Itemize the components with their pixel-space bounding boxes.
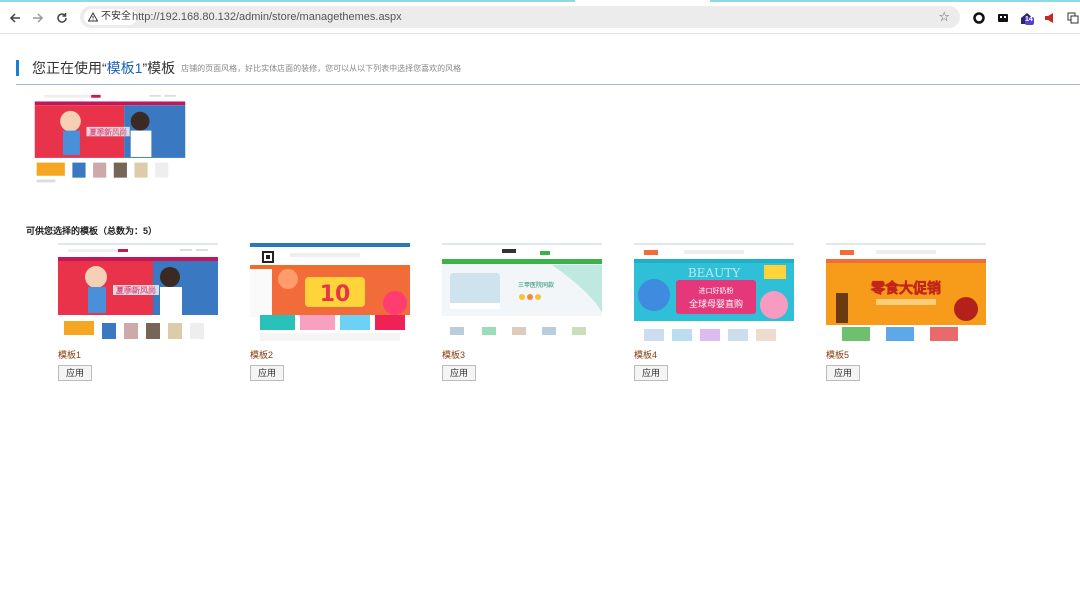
reload-button[interactable] [52,8,72,28]
extension-home-icon[interactable]: 14 [1020,11,1034,25]
banner-text: 三甲医院同款 [518,281,554,289]
banner-text: 全球母婴直购 [689,298,743,310]
theme-name: 模板3 [442,350,466,360]
security-indicator[interactable]: 不安全 [84,9,137,25]
url-text[interactable]: http://192.168.80.132/admin/store/manage… [132,6,402,28]
theme-preview[interactable]: 10 [250,243,410,344]
apply-button[interactable]: 应用 [634,365,669,381]
theme-preview[interactable]: 夏季新风尚 [58,243,218,344]
theme-name: 模板1 [58,350,82,360]
banner-text: 夏季新风尚 [89,126,127,136]
browser-toolbar: 不安全 http://192.168.80.132/admin/store/ma… [0,3,1080,34]
theme-preview[interactable]: 三甲医院同款 [442,243,602,344]
arrow-right-icon [33,13,44,23]
banner-background-text: BEAUTY [688,266,741,280]
insecure-label: 不安全 [101,11,131,22]
arrow-left-icon [9,13,20,23]
apply-button[interactable]: 应用 [250,365,285,381]
back-button[interactable] [5,8,25,28]
theme-name: 模板2 [250,350,274,360]
apply-button[interactable]: 应用 [826,365,861,381]
apply-button[interactable]: 应用 [58,365,93,381]
theme-preview[interactable]: BEAUTY 进口好奶粉 全球母婴直购 [634,243,794,344]
current-theme-preview: 夏季新风尚 [33,93,187,188]
address-bar[interactable]: 不安全 http://192.168.80.132/admin/store/ma… [80,6,960,28]
theme-preview[interactable]: 零食大促销 [826,243,986,344]
theme-card: 夏季新风尚 模板1 应用 [58,243,218,381]
available-themes-title: 可供您选择的模板（总数为：5） [26,226,158,236]
theme-card: 零食大促销 模板5 应用 [826,243,986,381]
theme-card: 三甲医院同款 模板3 应用 [442,243,602,381]
current-theme-name: 模板1 [106,60,143,76]
page-title-suffix: ”模板 [142,60,176,76]
extension-badge: 14 [1025,16,1033,23]
divider [16,84,1080,85]
theme-card: 10 模板2 应用 [250,243,410,381]
extension-store-icon[interactable] [996,11,1010,25]
theme-name: 模板4 [634,350,658,360]
page-description: 店铺的页面风格，好比实体店面的装修，您可以从以下列表中选择您喜欢的风格 [181,63,462,73]
banner-subtext: 进口好奶粉 [699,286,734,295]
theme-name: 模板5 [826,350,850,360]
banner-text: 零食大促销 [870,280,941,297]
forward-button[interactable] [28,8,48,28]
banner-text: 夏季新风尚 [116,285,156,295]
extension-megaphone-icon[interactable] [1043,11,1057,25]
theme-card: BEAUTY 进口好奶粉 全球母婴直购 模板4 应用 [634,243,794,381]
apply-button[interactable]: 应用 [442,365,477,381]
reload-icon [57,13,67,23]
banner-text: 10 [320,282,351,307]
warning-icon [88,12,98,22]
extension-circle-icon[interactable] [972,11,986,25]
bookmark-star-icon[interactable]: ☆ [938,9,950,25]
page-title: 您正在使用“ 模板1 ”模板 店铺的页面风格，好比实体店面的装修，您可以从以下列… [16,60,461,76]
page-title-prefix: 您正在使用“ [32,60,107,76]
extension-copy-icon[interactable] [1066,11,1080,25]
